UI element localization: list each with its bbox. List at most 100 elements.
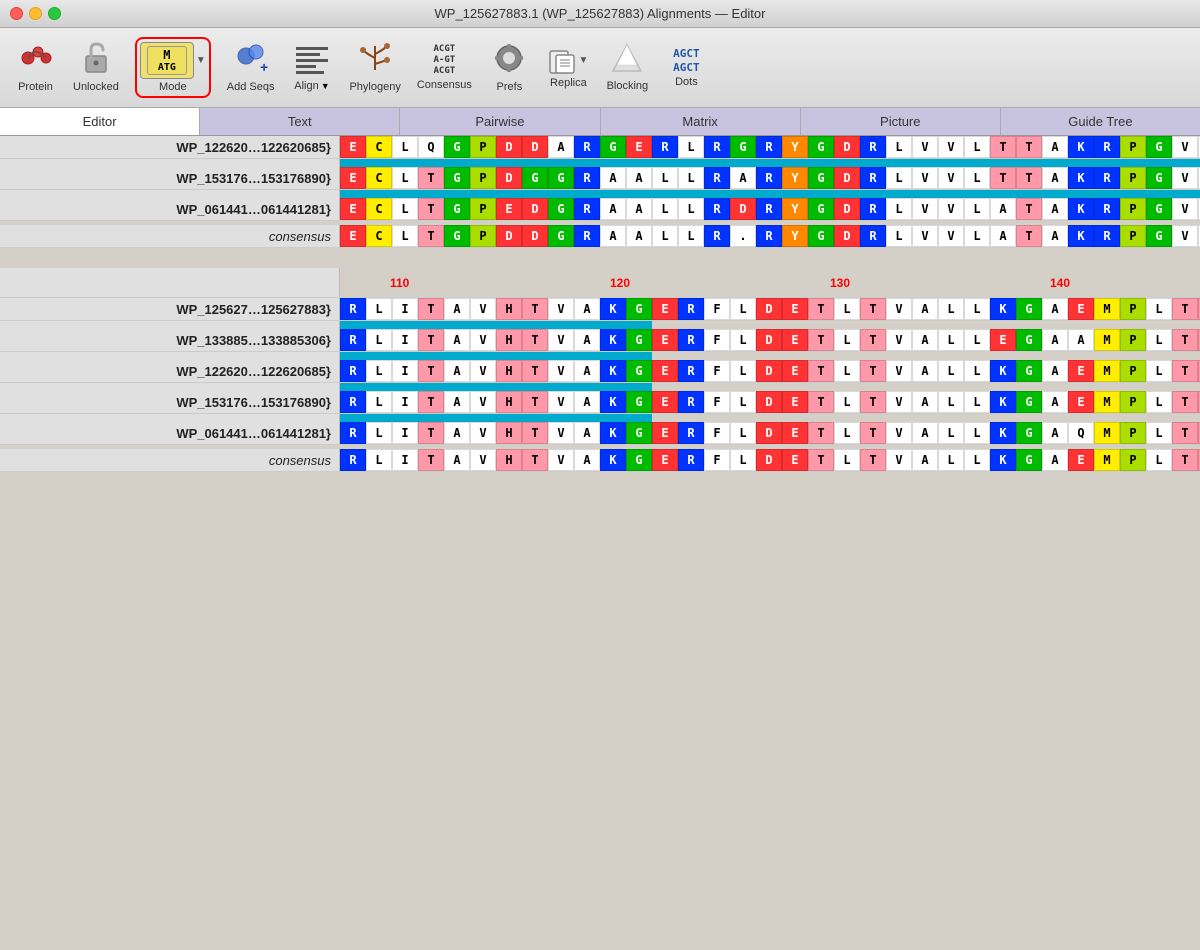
tab-picture[interactable]: Picture: [801, 108, 1001, 135]
seq-cell: E: [782, 298, 808, 320]
highlight-cell: [392, 352, 418, 360]
protein-button[interactable]: Protein: [8, 38, 63, 97]
seq-cell: T: [1016, 136, 1042, 158]
seq-cell: Y: [782, 167, 808, 189]
seq-cell: R: [678, 449, 704, 471]
highlight-cell: [1120, 414, 1146, 422]
highlight-cell: [1120, 321, 1146, 329]
seq-cell: T: [1172, 298, 1198, 320]
seq-cell: K: [990, 422, 1016, 444]
seq-cell: V: [912, 198, 938, 220]
phylogeny-icon: [359, 42, 391, 79]
highlight-cell: [678, 352, 704, 360]
minimize-button[interactable]: [29, 7, 42, 20]
highlight-cell: [756, 352, 782, 360]
highlight-cell: [860, 321, 886, 329]
replica-button[interactable]: ▼ Replica: [541, 43, 596, 93]
highlight-cell: [1068, 383, 1094, 391]
tab-guidetree[interactable]: Guide Tree: [1001, 108, 1200, 135]
highlight-cell: [678, 190, 704, 198]
seq-cell: V: [548, 449, 574, 471]
seq-cell: L: [964, 167, 990, 189]
seq-cell: H: [496, 449, 522, 471]
seq-cell: E: [782, 329, 808, 351]
seq-cell: T: [808, 298, 834, 320]
seq-cell: D: [756, 298, 782, 320]
seq-cell: V: [548, 329, 574, 351]
sequence-row: consensusRLITAVHTVAKGERFLDETLTVALLKGAEMP…: [0, 449, 1200, 472]
addseqs-icon: +: [234, 42, 268, 79]
seq-cell: P: [1120, 198, 1146, 220]
prefs-button[interactable]: Prefs: [482, 38, 537, 97]
seq-cell: T: [1016, 198, 1042, 220]
highlight-cell: [756, 414, 782, 422]
highlight-cell: [548, 352, 574, 360]
mode-btn-inner[interactable]: M ATG: [140, 42, 194, 79]
seq-cell: A: [574, 298, 600, 320]
seq-cell: F: [704, 360, 730, 382]
mode-button[interactable]: M ATG ▼ Mode: [129, 33, 217, 102]
align-icon: [296, 43, 328, 78]
seq-cell: T: [808, 329, 834, 351]
highlight-cell: [470, 321, 496, 329]
seq-cell: A: [574, 360, 600, 382]
seq-cell: A: [444, 449, 470, 471]
tab-pairwise[interactable]: Pairwise: [400, 108, 600, 135]
blocking-button[interactable]: Blocking: [600, 39, 655, 96]
mode-dropdown-arrow[interactable]: ▼: [196, 55, 206, 66]
align-button[interactable]: Align ▼: [284, 39, 339, 96]
highlight-cell: [912, 321, 938, 329]
highlight-cell: [678, 321, 704, 329]
addseqs-button[interactable]: + Add Seqs: [221, 38, 281, 97]
seq-cell: L: [938, 391, 964, 413]
highlight-cell: [392, 159, 418, 167]
seq-cell: L: [938, 422, 964, 444]
seq-cell: E: [652, 360, 678, 382]
seq-cell: A: [1042, 298, 1068, 320]
seq-cell: L: [366, 298, 392, 320]
highlight-cell: [340, 383, 366, 391]
highlight-cell: [340, 159, 366, 167]
highlight-cell: [1068, 190, 1094, 198]
seq-cell: E: [496, 198, 522, 220]
highlight-cell: [990, 352, 1016, 360]
highlight-cell: [626, 414, 652, 422]
seq-cell: D: [834, 225, 860, 247]
seq-cell: R: [756, 198, 782, 220]
consensus-button[interactable]: ACGT A-GT ACGT Consensus: [411, 40, 478, 94]
highlight-cell: [912, 383, 938, 391]
seq-cell: P: [1120, 167, 1146, 189]
tab-text[interactable]: Text: [200, 108, 400, 135]
highlight-cell: [366, 190, 392, 198]
seq-cell: F: [704, 449, 730, 471]
seq-cell: L: [938, 298, 964, 320]
seq-cell: L: [938, 329, 964, 351]
seq-cell: L: [964, 198, 990, 220]
highlight-cell: [1068, 352, 1094, 360]
seq-cell: K: [600, 360, 626, 382]
selection-highlight-row: [0, 190, 1200, 198]
close-button[interactable]: [10, 7, 23, 20]
seq-cell: A: [730, 167, 756, 189]
highlight-cell: [938, 159, 964, 167]
seq-cell: D: [756, 391, 782, 413]
highlight-cell: [730, 383, 756, 391]
highlight-cell: [652, 352, 678, 360]
highlight-cell: [782, 414, 808, 422]
sequence-name: consensus: [0, 449, 340, 471]
highlight-cell: [340, 352, 366, 360]
seq-cell: V: [548, 298, 574, 320]
sequence-row: consensusECLTGPDDGRAALLR.RYGDRLVVLATAKRP…: [0, 225, 1200, 248]
highlight-cell: [912, 414, 938, 422]
seq-cell: V: [470, 329, 496, 351]
highlight-cell: [600, 190, 626, 198]
phylogeny-button[interactable]: Phylogeny: [343, 38, 406, 97]
sequence-row: WP_125627…125627883}RLITAVHTVAKGERFLDETL…: [0, 298, 1200, 321]
dots-button[interactable]: AGCT AGCT Dots: [659, 43, 714, 91]
seq-cell: D: [496, 167, 522, 189]
tab-editor[interactable]: Editor: [0, 108, 200, 135]
tab-matrix[interactable]: Matrix: [601, 108, 801, 135]
unlocked-button[interactable]: Unlocked: [67, 38, 125, 97]
maximize-button[interactable]: [48, 7, 61, 20]
seq-cell: T: [1016, 225, 1042, 247]
